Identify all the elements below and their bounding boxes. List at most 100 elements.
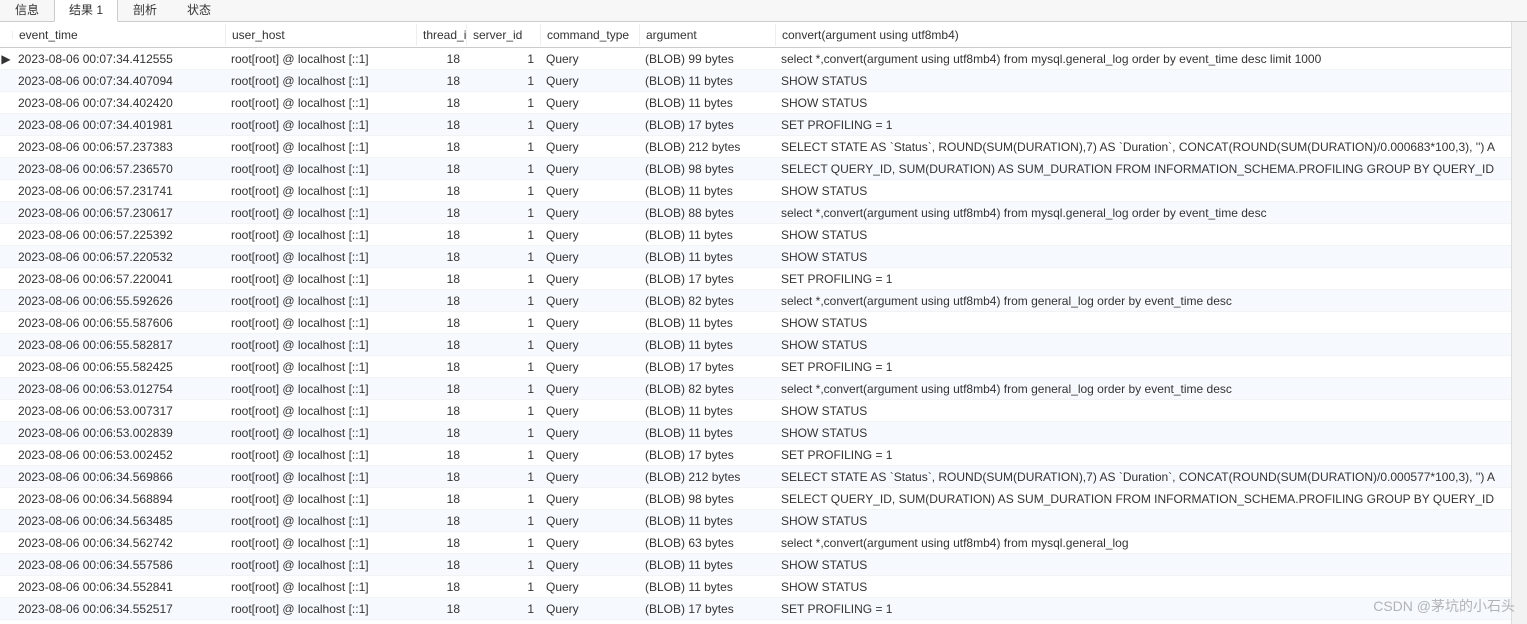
cell-command-type[interactable]: Query — [540, 490, 639, 508]
cell-argument[interactable]: (BLOB) 98 bytes — [639, 490, 775, 508]
cell-convert[interactable]: select *,convert(argument using utf8mb4)… — [775, 534, 1527, 552]
cell-thread-id[interactable]: 18 — [416, 380, 466, 398]
cell-thread-id[interactable]: 18 — [416, 402, 466, 420]
cell-user-host[interactable]: root[root] @ localhost [::1] — [225, 358, 416, 376]
col-server-id[interactable]: server_id — [467, 24, 541, 46]
cell-user-host[interactable]: root[root] @ localhost [::1] — [225, 160, 416, 178]
cell-command-type[interactable]: Query — [540, 446, 639, 464]
cell-argument[interactable]: (BLOB) 212 bytes — [639, 468, 775, 486]
tab-status[interactable]: 状态 — [172, 0, 226, 21]
cell-command-type[interactable]: Query — [540, 314, 639, 332]
col-convert[interactable]: convert(argument using utf8mb4) — [776, 24, 1527, 46]
cell-event-time[interactable]: 2023-08-06 00:06:57.220532 — [12, 248, 225, 266]
cell-user-host[interactable]: root[root] @ localhost [::1] — [225, 380, 416, 398]
cell-user-host[interactable]: root[root] @ localhost [::1] — [225, 490, 416, 508]
cell-user-host[interactable]: root[root] @ localhost [::1] — [225, 138, 416, 156]
cell-server-id[interactable]: 1 — [466, 600, 540, 618]
cell-server-id[interactable]: 1 — [466, 534, 540, 552]
table-row[interactable]: 2023-08-06 00:06:34.557586root[root] @ l… — [0, 554, 1527, 576]
cell-convert[interactable]: SHOW STATUS — [775, 402, 1527, 420]
table-row[interactable]: 2023-08-06 00:06:55.582425root[root] @ l… — [0, 356, 1527, 378]
cell-user-host[interactable]: root[root] @ localhost [::1] — [225, 94, 416, 112]
cell-thread-id[interactable]: 18 — [416, 490, 466, 508]
cell-argument[interactable]: (BLOB) 17 bytes — [639, 600, 775, 618]
cell-user-host[interactable]: root[root] @ localhost [::1] — [225, 270, 416, 288]
cell-thread-id[interactable]: 18 — [416, 182, 466, 200]
table-row[interactable]: 2023-08-06 00:06:57.225392root[root] @ l… — [0, 224, 1527, 246]
cell-convert[interactable]: SET PROFILING = 1 — [775, 358, 1527, 376]
table-row[interactable]: 2023-08-06 00:06:57.231741root[root] @ l… — [0, 180, 1527, 202]
cell-argument[interactable]: (BLOB) 88 bytes — [639, 204, 775, 222]
cell-thread-id[interactable]: 18 — [416, 72, 466, 90]
cell-thread-id[interactable]: 18 — [416, 50, 466, 68]
cell-user-host[interactable]: root[root] @ localhost [::1] — [225, 336, 416, 354]
cell-command-type[interactable]: Query — [540, 248, 639, 266]
col-thread-id[interactable]: thread_i — [417, 24, 467, 46]
col-argument[interactable]: argument — [640, 24, 776, 46]
cell-argument[interactable]: (BLOB) 212 bytes — [639, 138, 775, 156]
cell-argument[interactable]: (BLOB) 11 bytes — [639, 578, 775, 596]
cell-event-time[interactable]: 2023-08-06 00:07:34.402420 — [12, 94, 225, 112]
cell-thread-id[interactable]: 18 — [416, 358, 466, 376]
cell-command-type[interactable]: Query — [540, 358, 639, 376]
cell-thread-id[interactable]: 18 — [416, 446, 466, 464]
table-row[interactable]: 2023-08-06 00:06:57.236570root[root] @ l… — [0, 158, 1527, 180]
cell-command-type[interactable]: Query — [540, 138, 639, 156]
cell-convert[interactable]: SHOW STATUS — [775, 314, 1527, 332]
cell-convert[interactable]: SHOW STATUS — [775, 182, 1527, 200]
table-row[interactable]: 2023-08-06 00:06:57.237383root[root] @ l… — [0, 136, 1527, 158]
cell-convert[interactable]: SET PROFILING = 1 — [775, 116, 1527, 134]
cell-server-id[interactable]: 1 — [466, 248, 540, 266]
table-row[interactable]: 2023-08-06 00:06:53.002839root[root] @ l… — [0, 422, 1527, 444]
cell-user-host[interactable]: root[root] @ localhost [::1] — [225, 182, 416, 200]
cell-thread-id[interactable]: 18 — [416, 226, 466, 244]
cell-convert[interactable]: SELECT STATE AS `Status`, ROUND(SUM(DURA… — [775, 468, 1527, 486]
cell-event-time[interactable]: 2023-08-06 00:06:34.569866 — [12, 468, 225, 486]
cell-convert[interactable]: SET PROFILING = 1 — [775, 270, 1527, 288]
table-row[interactable]: 2023-08-06 00:06:34.568894root[root] @ l… — [0, 488, 1527, 510]
cell-event-time[interactable]: 2023-08-06 00:06:34.562742 — [12, 534, 225, 552]
cell-argument[interactable]: (BLOB) 11 bytes — [639, 72, 775, 90]
cell-event-time[interactable]: 2023-08-06 00:06:34.568894 — [12, 490, 225, 508]
cell-user-host[interactable]: root[root] @ localhost [::1] — [225, 512, 416, 530]
cell-convert[interactable]: SET PROFILING = 1 — [775, 600, 1527, 618]
cell-server-id[interactable]: 1 — [466, 468, 540, 486]
cell-thread-id[interactable]: 18 — [416, 160, 466, 178]
cell-thread-id[interactable]: 18 — [416, 94, 466, 112]
cell-convert[interactable]: SHOW STATUS — [775, 556, 1527, 574]
cell-server-id[interactable]: 1 — [466, 578, 540, 596]
cell-server-id[interactable]: 1 — [466, 204, 540, 222]
cell-command-type[interactable]: Query — [540, 534, 639, 552]
table-row[interactable]: 2023-08-06 00:06:57.220532root[root] @ l… — [0, 246, 1527, 268]
cell-command-type[interactable]: Query — [540, 292, 639, 310]
cell-argument[interactable]: (BLOB) 11 bytes — [639, 314, 775, 332]
cell-server-id[interactable]: 1 — [466, 490, 540, 508]
cell-event-time[interactable]: 2023-08-06 00:06:57.230617 — [12, 204, 225, 222]
cell-argument[interactable]: (BLOB) 11 bytes — [639, 248, 775, 266]
cell-server-id[interactable]: 1 — [466, 380, 540, 398]
cell-server-id[interactable]: 1 — [466, 314, 540, 332]
cell-server-id[interactable]: 1 — [466, 270, 540, 288]
cell-event-time[interactable]: 2023-08-06 00:06:34.552841 — [12, 578, 225, 596]
cell-event-time[interactable]: 2023-08-06 00:06:53.007317 — [12, 402, 225, 420]
cell-command-type[interactable]: Query — [540, 380, 639, 398]
cell-event-time[interactable]: 2023-08-06 00:06:57.225392 — [12, 226, 225, 244]
cell-event-time[interactable]: 2023-08-06 00:06:55.592626 — [12, 292, 225, 310]
cell-command-type[interactable]: Query — [540, 600, 639, 618]
cell-convert[interactable]: SHOW STATUS — [775, 248, 1527, 266]
cell-server-id[interactable]: 1 — [466, 116, 540, 134]
tab-result-1[interactable]: 结果 1 — [54, 0, 118, 22]
table-row[interactable]: 2023-08-06 00:06:55.587606root[root] @ l… — [0, 312, 1527, 334]
cell-argument[interactable]: (BLOB) 99 bytes — [639, 50, 775, 68]
cell-command-type[interactable]: Query — [540, 204, 639, 222]
cell-convert[interactable]: select *,convert(argument using utf8mb4)… — [775, 292, 1527, 310]
cell-command-type[interactable]: Query — [540, 160, 639, 178]
cell-thread-id[interactable]: 18 — [416, 578, 466, 596]
cell-command-type[interactable]: Query — [540, 270, 639, 288]
cell-server-id[interactable]: 1 — [466, 182, 540, 200]
cell-event-time[interactable]: 2023-08-06 00:06:55.582425 — [12, 358, 225, 376]
cell-command-type[interactable]: Query — [540, 94, 639, 112]
cell-convert[interactable]: SHOW STATUS — [775, 72, 1527, 90]
table-row[interactable]: ▶2023-08-06 00:07:34.412555root[root] @ … — [0, 48, 1527, 70]
cell-user-host[interactable]: root[root] @ localhost [::1] — [225, 248, 416, 266]
